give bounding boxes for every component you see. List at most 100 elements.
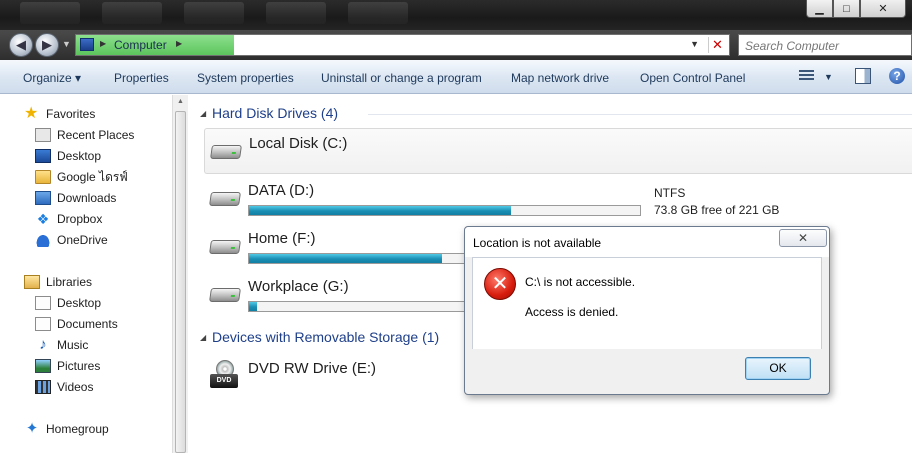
- recent-places-icon: [35, 128, 51, 142]
- background-item: [266, 2, 326, 24]
- nav-label: OneDrive: [57, 233, 108, 247]
- nav-label: Favorites: [46, 107, 96, 121]
- hard-drive-icon: [210, 145, 242, 159]
- nav-lib-desktop[interactable]: Desktop: [35, 293, 101, 313]
- dvd-label: DVD: [210, 374, 238, 388]
- drive-usage-bar: [248, 301, 468, 312]
- window-controls: ▁ □ ✕: [806, 0, 906, 18]
- nav-lib-documents[interactable]: Documents: [35, 314, 118, 334]
- nav-lib-pictures[interactable]: Pictures: [35, 356, 100, 376]
- breadcrumb-chevron-icon[interactable]: ▶: [100, 39, 106, 48]
- nav-label: Google ไดรฟ์: [57, 169, 128, 184]
- nav-onedrive[interactable]: OneDrive: [35, 230, 108, 250]
- navigation-pane: ★ Favorites Recent Places Desktop Google…: [0, 95, 188, 453]
- organize-button[interactable]: Organize ▾: [23, 71, 81, 85]
- nav-lib-videos[interactable]: Videos: [35, 377, 93, 397]
- map-network-drive-button[interactable]: Map network drive: [511, 71, 609, 85]
- breadcrumb-computer[interactable]: Computer: [114, 38, 167, 52]
- nav-label: Downloads: [57, 191, 117, 205]
- uninstall-program-button[interactable]: Uninstall or change a program: [321, 71, 482, 85]
- system-properties-button[interactable]: System properties: [197, 71, 294, 85]
- hard-drive-icon: [209, 240, 241, 254]
- nav-lib-music[interactable]: ♪ Music: [35, 335, 88, 355]
- music-note-icon: ♪: [39, 336, 47, 353]
- properties-button[interactable]: Properties: [114, 71, 169, 85]
- dialog-title-bar[interactable]: Location is not available ✕: [465, 227, 829, 257]
- open-control-panel-button[interactable]: Open Control Panel: [640, 71, 745, 85]
- address-bar[interactable]: ▶ Computer ▶ ▼ ✕: [75, 34, 730, 56]
- hard-drive-icon: [209, 288, 241, 302]
- background-item: [102, 2, 162, 24]
- forward-button[interactable]: ▶: [35, 33, 59, 57]
- change-view-icon[interactable]: [800, 68, 816, 84]
- drive-data-d[interactable]: DATA (D:) NTFS 73.8 GB free of 221 GB: [204, 176, 912, 222]
- minimize-button[interactable]: ▁: [806, 0, 833, 18]
- group-hard-disk-drives[interactable]: Hard Disk Drives (4): [212, 105, 338, 121]
- nav-homegroup[interactable]: ✦ Homegroup: [24, 419, 109, 439]
- hard-drive-icon: [209, 192, 241, 206]
- breadcrumb-chevron-icon[interactable]: ▶: [176, 39, 182, 48]
- libraries-icon: [24, 275, 40, 289]
- arrow-right-icon: ▶: [42, 37, 52, 52]
- desktop-icon: [35, 149, 51, 163]
- documents-icon: [35, 317, 51, 331]
- drive-name: Local Disk (C:): [249, 135, 348, 152]
- scroll-up-icon[interactable]: ▲: [177, 98, 184, 105]
- drive-usage-fill: [249, 254, 442, 263]
- background-item: [184, 2, 244, 24]
- drive-local-disk-c[interactable]: Local Disk (C:): [204, 128, 912, 174]
- navigation-scrollbar[interactable]: ▲: [172, 95, 188, 453]
- nav-label: Music: [57, 338, 89, 352]
- collapse-group-icon[interactable]: ◢: [200, 109, 206, 118]
- recent-pages-dropdown[interactable]: ▼: [62, 39, 71, 49]
- google-drive-folder-icon: [35, 170, 51, 184]
- scrollbar-thumb[interactable]: [175, 111, 186, 453]
- nav-downloads[interactable]: Downloads: [35, 188, 116, 208]
- search-box[interactable]: Search Computer: [738, 34, 912, 56]
- background-item: [20, 2, 80, 24]
- close-window-button[interactable]: ✕: [860, 0, 906, 18]
- nav-google-drive[interactable]: Google ไดรฟ์: [35, 167, 128, 187]
- preview-pane-icon[interactable]: [855, 68, 871, 84]
- nav-label: Recent Places: [57, 128, 135, 142]
- view-options-dropdown-icon[interactable]: ▼: [824, 72, 833, 82]
- nav-label: Dropbox: [57, 212, 103, 226]
- nav-libraries[interactable]: Libraries: [24, 272, 92, 292]
- collapse-group-icon[interactable]: ◢: [200, 333, 206, 342]
- nav-dropbox[interactable]: ❖ Dropbox: [35, 209, 103, 229]
- desktop-library-icon: [35, 296, 51, 310]
- dialog-footer: OK: [472, 349, 822, 389]
- nav-label: Desktop: [57, 296, 102, 310]
- nav-recent-places[interactable]: Recent Places: [35, 125, 134, 145]
- drive-name: Workplace (G:): [248, 278, 349, 295]
- back-button[interactable]: ◀: [9, 33, 33, 57]
- group-removable-storage[interactable]: Devices with Removable Storage (1): [212, 329, 439, 345]
- drive-name: DATA (D:): [248, 182, 315, 199]
- nav-desktop[interactable]: Desktop: [35, 146, 101, 166]
- arrow-left-icon: ◀: [16, 37, 26, 52]
- nav-favorites[interactable]: ★ Favorites: [24, 104, 95, 124]
- address-dropdown-icon[interactable]: ▼: [690, 39, 699, 49]
- drive-usage-fill: [249, 302, 257, 311]
- nav-label: Videos: [57, 380, 94, 394]
- ok-button[interactable]: OK: [745, 357, 811, 380]
- nav-label: Desktop: [57, 149, 102, 163]
- film-strip-icon: [35, 380, 51, 394]
- help-icon[interactable]: ?: [889, 68, 905, 84]
- drive-name: Home (F:): [248, 230, 316, 247]
- dialog-close-button[interactable]: ✕: [779, 229, 827, 247]
- background-taskbar-items: [20, 0, 408, 26]
- stop-icon[interactable]: ✕: [708, 37, 726, 53]
- nav-label: Homegroup: [46, 422, 109, 436]
- group-divider: [368, 114, 912, 115]
- pictures-icon: [35, 359, 51, 373]
- maximize-button[interactable]: □: [833, 0, 860, 18]
- dialog-body: ✕ C:\ is not accessible. Access is denie…: [472, 257, 822, 349]
- background-item: [348, 2, 408, 24]
- homegroup-icon: ✦: [25, 420, 39, 437]
- computer-icon: [80, 38, 94, 51]
- onedrive-cloud-icon: [35, 233, 51, 247]
- drive-free-space: 73.8 GB free of 221 GB: [654, 203, 780, 217]
- drive-usage-bar: [248, 205, 641, 216]
- drive-name: DVD RW Drive (E:): [248, 360, 377, 377]
